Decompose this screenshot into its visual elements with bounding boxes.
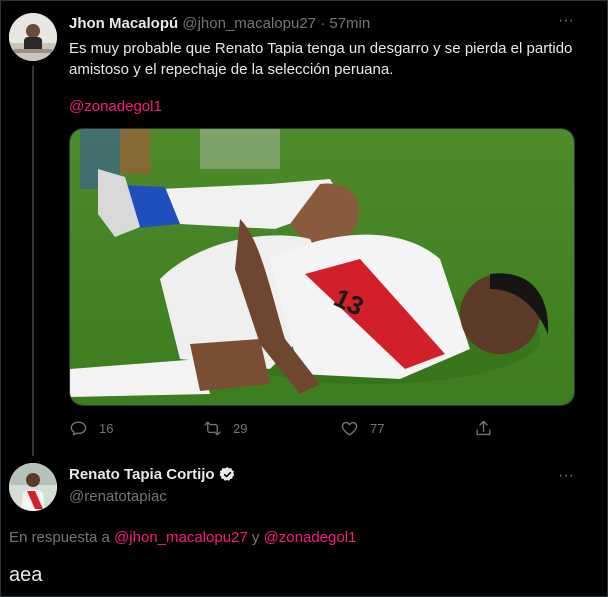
author-name[interactable]: Renato Tapia Cortijo <box>69 466 215 483</box>
avatar[interactable] <box>9 13 57 61</box>
avatar[interactable] <box>9 463 57 511</box>
like-button[interactable]: 77 <box>340 419 384 438</box>
verified-icon <box>219 467 234 481</box>
retweet-count: 29 <box>233 421 248 436</box>
tweet-text: Es muy probable que Renato Tapia tenga u… <box>69 40 573 78</box>
author-name[interactable]: Jhon Macalopú <box>69 15 178 32</box>
more-icon[interactable]: ··· <box>556 13 576 29</box>
reply-context: En respuesta a @jhon_macalopu27 y @zonad… <box>9 529 356 546</box>
tweet-header: Jhon Macalopú @jhon_macalopu27 · 57min <box>69 15 370 32</box>
author-handle[interactable]: @renatotapiac <box>69 488 167 505</box>
tweet-time[interactable]: 57min <box>329 15 370 32</box>
mention-link[interactable]: @zonadegol1 <box>264 529 357 546</box>
retweet-icon <box>204 421 221 436</box>
reply-count: 16 <box>99 421 114 436</box>
reply-icon <box>70 421 87 436</box>
mention-link[interactable]: @zonadegol1 <box>69 98 162 115</box>
mention-link[interactable]: @jhon_macalopu27 <box>114 529 248 546</box>
like-count: 77 <box>370 421 385 436</box>
thread-line <box>32 66 34 456</box>
reply-joiner: y <box>251 529 260 546</box>
reply-prefix: En respuesta a <box>9 529 110 546</box>
separator-dot: · <box>320 15 326 32</box>
reply-button[interactable]: 16 <box>69 419 113 438</box>
tweet-text: aea <box>9 564 43 586</box>
author-handle[interactable]: @jhon_macalopu27 <box>182 15 316 32</box>
share-icon <box>476 420 491 436</box>
like-icon <box>341 421 358 436</box>
author-name-row: Renato Tapia Cortijo <box>69 466 236 483</box>
more-icon[interactable]: ··· <box>556 468 576 484</box>
share-button[interactable] <box>474 419 493 438</box>
retweet-button[interactable]: 29 <box>203 419 247 438</box>
tweet-photo[interactable]: 13 <box>69 128 575 406</box>
